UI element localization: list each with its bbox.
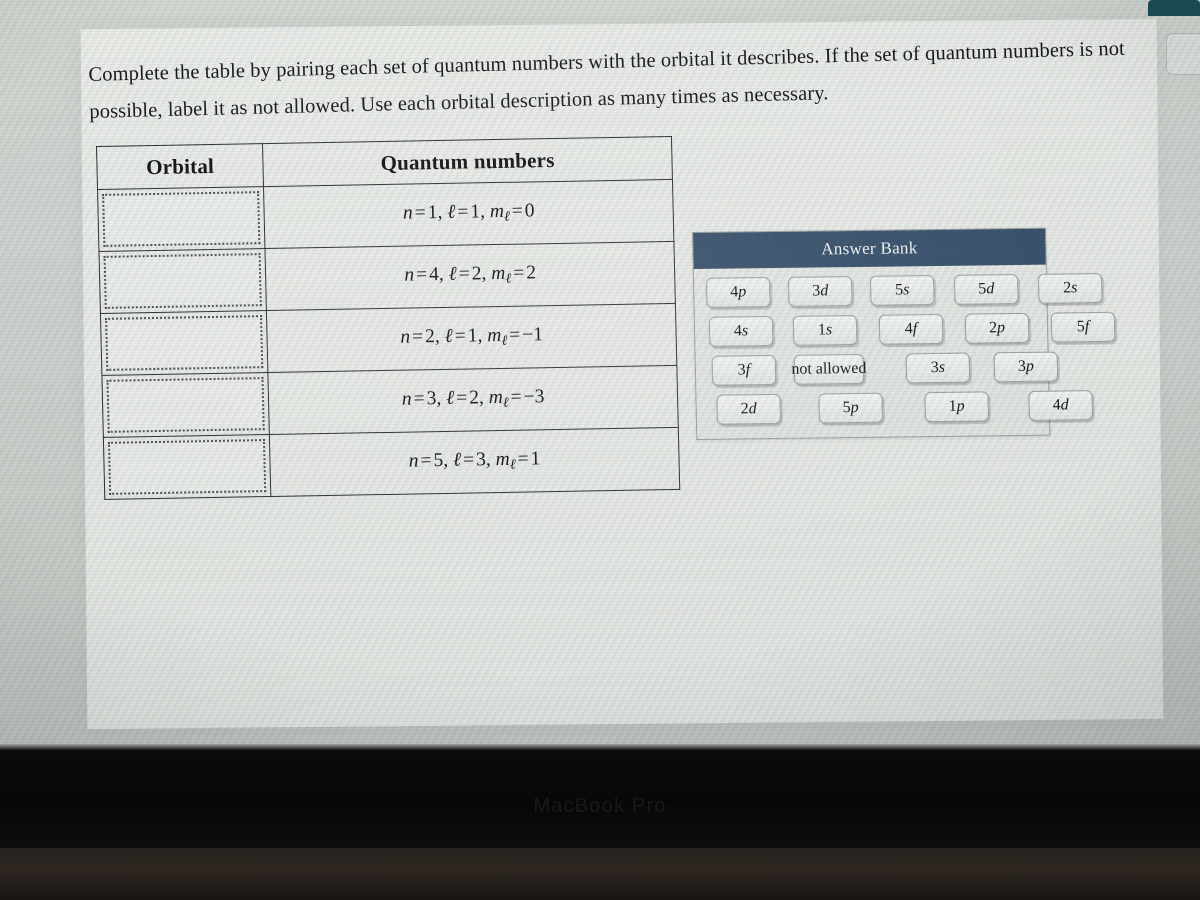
answer-bank-row-3: 3 f not allowed 3 s 3 p — [706, 351, 1059, 386]
orbital-quantum-number-table: Orbital Quantum numbers n=1, ℓ=1, mℓ=0 n=… — [96, 136, 680, 500]
orbital-drop-zone-1[interactable] — [102, 191, 261, 247]
answer-bank-row-2: 4s 1s 4f 2p 5f — [705, 311, 1116, 347]
quantum-numbers-cell-1: n=1, ℓ=1, mℓ=0 — [263, 179, 674, 249]
table-row: n=5, ℓ=3, mℓ=1 — [103, 427, 680, 500]
quantum-numbers-cell-3: n=2, ℓ=1, mℓ=−1 — [266, 303, 677, 373]
answer-tile-3p[interactable]: 3p — [993, 351, 1059, 383]
answer-bank-row-1: 4p 3d 5s 5d 2s — [704, 272, 1103, 308]
answer-bank-title: Answer Bank — [693, 228, 1046, 269]
orbital-answer-cell-2[interactable] — [98, 248, 267, 314]
orbital-answer-cell-3[interactable] — [100, 310, 269, 376]
answer-tile-2s[interactable]: 2s — [1037, 272, 1103, 304]
answer-tile-5s[interactable]: 5s — [869, 275, 935, 306]
table-row: n=3, ℓ=2, mℓ=−3 — [101, 365, 679, 438]
table-row: n=1, ℓ=1, mℓ=0 — [97, 179, 674, 252]
column-header-quantum-numbers: Quantum numbers — [262, 136, 673, 187]
answer-tile-5p[interactable]: 5p — [818, 392, 884, 424]
document-content: Complete the table by pairing each set o… — [0, 0, 1200, 748]
answer-bank-row-4: 2d 5p 1p 4d — [706, 390, 1094, 425]
macbook-pro-label: MacBook Pro — [533, 795, 667, 817]
browser-tab-chip[interactable] — [1148, 0, 1200, 16]
orbital-drop-zone-2[interactable] — [103, 253, 263, 309]
orbital-answer-cell-1[interactable] — [97, 186, 266, 252]
screen-bottom-edge — [0, 744, 1200, 750]
answer-tile-2d[interactable]: 2d — [716, 393, 782, 425]
answer-tile-3f[interactable]: 3f — [711, 354, 777, 386]
answer-tile-4s[interactable]: 4s — [708, 316, 774, 347]
answer-tile-1p[interactable]: 1p — [924, 391, 990, 423]
quantum-numbers-cell-4: n=3, ℓ=2, mℓ=−3 — [268, 365, 679, 435]
answer-bank-tiles: 4 p 3 d 5 s 5 d 2 s 4 s 1 s 4 f 2 p 5 f 3 f not allowed 3 s 3 p 2 d 5… — [694, 265, 1116, 439]
laptop-photo: Complete the table by pairing each set o… — [0, 0, 1200, 900]
quantum-numbers-cell-2: n=4, ℓ=2, mℓ=2 — [265, 241, 676, 311]
column-header-orbital: Orbital — [96, 143, 264, 190]
answer-tile-2p[interactable]: 2p — [964, 312, 1030, 344]
browser-ui-panel[interactable] — [1166, 33, 1200, 75]
orbital-answer-cell-5[interactable] — [103, 434, 271, 500]
answer-tile-5f[interactable]: 5f — [1050, 311, 1116, 343]
answer-tile-4d[interactable]: 4d — [1028, 390, 1094, 421]
orbital-drop-zone-4[interactable] — [106, 377, 265, 433]
table-body: n=1, ℓ=1, mℓ=0 n=4, ℓ=2, mℓ=2 n=2, ℓ=1, mℓ… — [97, 179, 680, 500]
quantum-numbers-cell-5: n=5, ℓ=3, mℓ=1 — [269, 427, 680, 497]
orbital-drop-zone-3[interactable] — [105, 315, 264, 371]
answer-tile-4p[interactable]: 4p — [705, 277, 771, 308]
orbital-answer-cell-4[interactable] — [101, 372, 270, 438]
question-prompt: Complete the table by pairing each set o… — [88, 37, 1126, 123]
table-row: n=4, ℓ=2, mℓ=2 — [98, 241, 676, 314]
desk-surface — [0, 848, 1200, 900]
laptop-screen: Complete the table by pairing each set o… — [0, 0, 1200, 748]
answer-tile-4f[interactable]: 4f — [878, 313, 944, 345]
answer-tile-3d[interactable]: 3d — [787, 276, 853, 307]
answer-tile-3s[interactable]: 3s — [905, 352, 971, 384]
table-row: n=2, ℓ=1, mℓ=−1 — [100, 303, 677, 376]
orbital-drop-zone-5[interactable] — [107, 439, 267, 495]
answer-bank-panel: Answer Bank 4 p 3 d 5 s 5 d 2 s 4 s 1 s 4 f 2 p 5 f 3 f not al… — [692, 227, 1116, 440]
answer-tile-1s[interactable]: 1s — [792, 314, 858, 346]
answer-tile-5d[interactable]: 5d — [953, 274, 1019, 305]
answer-tile-not-allowed[interactable]: not allowed — [791, 353, 867, 385]
